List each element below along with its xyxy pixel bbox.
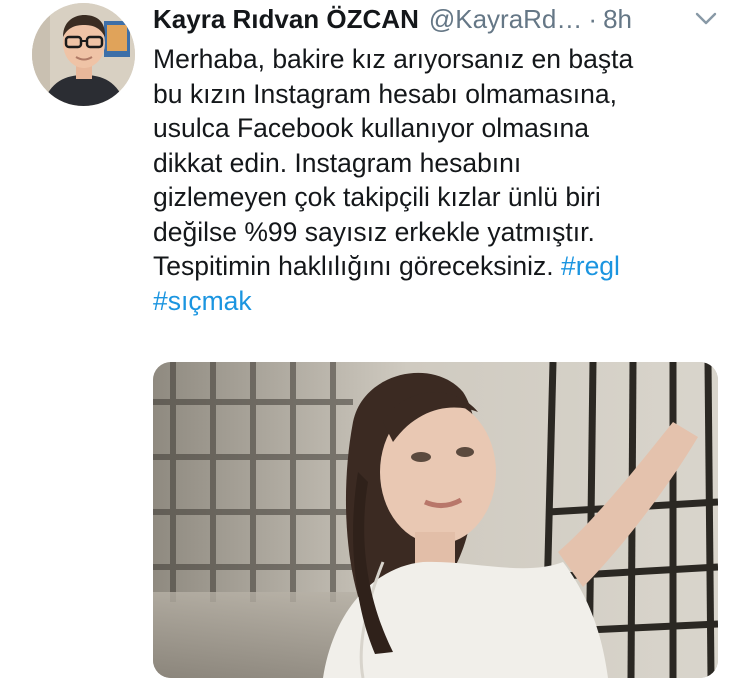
tweet-line: usulca Facebook kullanıyor olmasına xyxy=(153,113,590,143)
tweet-line: dikkat edin. Instagram hesabını xyxy=(153,147,522,178)
chevron-down-icon[interactable] xyxy=(695,12,717,26)
tweet-text: Merhaba, bakire kız arıyorsanız en başta… xyxy=(153,42,733,318)
avatar[interactable] xyxy=(32,3,135,106)
tweet-line: gizlemeyen çok takipçili kızlar ünlü bir… xyxy=(153,182,601,212)
tweet-line-with-hashtag: Tespitimin haklılığını göreceksiniz. #re… xyxy=(153,249,733,284)
hashtag-link[interactable]: #sıçmak xyxy=(153,286,252,316)
author-name[interactable]: Kayra Rıdvan ÖZCAN xyxy=(153,4,419,34)
tweet-media-image[interactable] xyxy=(153,362,718,678)
hashtag-link[interactable]: #regl xyxy=(561,251,620,281)
tweet-line: değilse %99 sayısız erkekle yatmıştır. xyxy=(153,216,595,247)
tweet-line: bu kızın Instagram hesabı olmamasına, xyxy=(153,78,617,109)
photo-image xyxy=(153,362,718,678)
tweet-time[interactable]: 8h xyxy=(603,4,632,34)
separator: · xyxy=(588,4,598,34)
tweet-line: Tespitimin haklılığını göreceksiniz. xyxy=(153,251,554,281)
tweet-header: Kayra Rıdvan ÖZCAN @KayraRd… · 8h xyxy=(153,4,740,34)
avatar-photo xyxy=(32,3,135,106)
tweet-line: Merhaba, bakire kız arıyorsanız en başta xyxy=(153,44,634,74)
author-handle[interactable]: @KayraRd… xyxy=(429,4,583,34)
